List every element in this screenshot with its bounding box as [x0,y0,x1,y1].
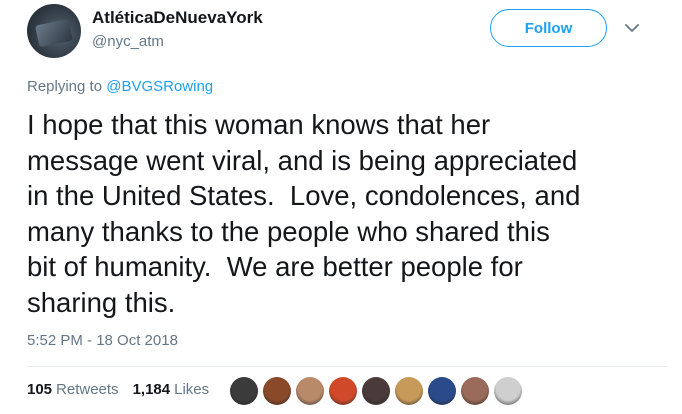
liker-avatar[interactable] [362,377,390,405]
tweet-text: I hope that this woman knows that her me… [27,109,581,318]
retweets-count: 105 [27,381,53,398]
liker-avatar[interactable] [329,377,357,405]
likes-stat[interactable]: 1,184 Likes [133,381,210,398]
liker-avatar[interactable] [494,377,522,405]
reply-prefix: Replying to [27,78,107,95]
retweets-label: Retweets [56,381,119,398]
liker-avatar[interactable] [296,377,324,405]
liker-avatar[interactable] [428,377,456,405]
tweet-timestamp[interactable]: 5:52 PM - 18 Oct 2018 [27,332,178,349]
liker-avatar[interactable] [395,377,423,405]
divider [27,366,667,367]
reply-context: Replying to @BVGSRowing [27,78,213,95]
tweet-stats: 105 Retweets 1,184 Likes [27,381,209,398]
chevron-down-icon[interactable] [622,18,642,38]
liker-avatars [230,377,522,405]
liker-avatar[interactable] [230,377,258,405]
follow-button[interactable]: Follow [490,9,607,47]
likes-label: Likes [174,381,210,398]
reply-mention-link[interactable]: @BVGSRowing [106,78,213,95]
display-name[interactable]: AtléticaDeNuevaYork [92,8,263,28]
liker-avatar[interactable] [461,377,489,405]
liker-avatar[interactable] [263,377,291,405]
user-avatar[interactable] [27,4,81,58]
user-handle[interactable]: @nyc_atm [92,33,164,50]
likes-count: 1,184 [132,381,171,398]
retweets-stat[interactable]: 105 Retweets [27,381,119,398]
